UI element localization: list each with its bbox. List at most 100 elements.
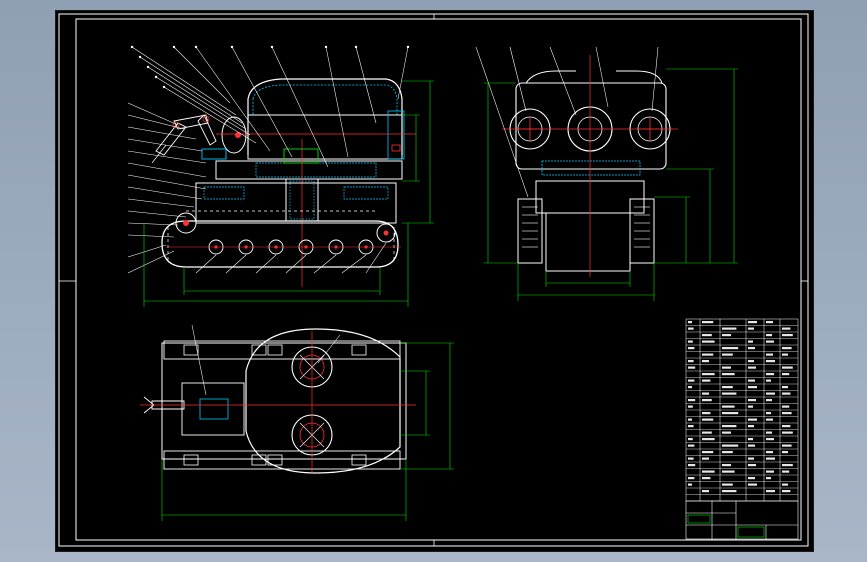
parts-list-cell-mark [688, 483, 692, 486]
parts-list-cell-mark [766, 321, 773, 324]
parts-list-cell-mark [702, 438, 715, 441]
parts-list-cell-mark [748, 438, 753, 441]
parts-list-cell-mark [782, 373, 790, 376]
end-top-bumps [525, 70, 663, 84]
parts-list-cell-mark [702, 490, 709, 493]
housing-dome [247, 78, 403, 155]
parts-list-cell-mark [766, 412, 771, 415]
track-treads [167, 210, 395, 261]
parts-list-cell-mark [722, 386, 733, 389]
housing-hatch [252, 84, 398, 116]
housing-body [247, 114, 403, 160]
parts-list-cell-mark [766, 399, 772, 402]
chassis-hatch-left [203, 186, 245, 200]
drive-sprocket-hub [183, 220, 189, 226]
end-housing [515, 82, 667, 170]
plan-view-dimensions [161, 342, 454, 521]
parts-list-entries [688, 321, 793, 493]
parts-list-cell-mark [782, 483, 788, 486]
parts-list-cell-mark [748, 457, 754, 460]
parts-list-cell-mark [766, 392, 775, 395]
parts-list-cell-mark [688, 366, 696, 369]
parts-list-cell-mark [748, 366, 756, 369]
parts-list-cell-mark [782, 386, 788, 389]
parts-list-cell-mark [782, 334, 793, 337]
parts-list-cell-mark [766, 477, 771, 480]
end-view-dimensions [484, 68, 738, 301]
plan-turret [181, 382, 245, 436]
parts-list-cell-mark [722, 464, 731, 467]
parts-list-cell-mark [688, 464, 696, 467]
parts-list-cell-mark [782, 451, 788, 454]
parts-list-cell-mark [702, 373, 715, 376]
cad-viewport[interactable] [55, 10, 814, 552]
parts-list-cell-mark [766, 360, 775, 363]
parts-list-cell-mark [722, 347, 739, 350]
track-belt [161, 220, 399, 268]
parts-list-cell-mark [702, 451, 714, 454]
end-view [475, 46, 738, 301]
parts-list-cell-mark [782, 405, 790, 408]
parts-list-cell-mark [766, 431, 772, 434]
parts-list-cell-mark [782, 425, 791, 428]
parts-list-cell-mark [722, 444, 739, 447]
parts-list-cell-mark [748, 399, 756, 402]
parts-list-cell-mark [782, 444, 792, 447]
plan-turret-hatch [199, 398, 229, 420]
parts-list-cell-mark [766, 451, 773, 454]
parts-list-cell-mark [702, 334, 712, 337]
parts-list-cell-mark [782, 366, 793, 369]
parts-list-cell-mark [722, 425, 737, 428]
parts-list-cell-mark [702, 470, 715, 473]
parts-list-cell-mark [782, 490, 791, 493]
parts-list-cell-mark [688, 340, 693, 343]
parts-list-cell-mark [722, 392, 737, 395]
parts-list-cell-mark [702, 399, 712, 402]
parts-list-cell-mark [688, 477, 695, 480]
parts-list-cell-mark [688, 347, 695, 350]
parts-list-cell-mark [688, 327, 694, 330]
parts-list-cell-mark [688, 418, 692, 421]
parts-list-cell-mark [766, 490, 775, 493]
parts-list-cell-mark [722, 431, 731, 434]
parts-list-cell-mark [748, 386, 757, 389]
parts-list-cell-mark [702, 340, 715, 343]
parts-list-cell-mark [766, 373, 774, 376]
parts-list-cell-mark [748, 340, 753, 343]
parts-list-cell-mark [722, 470, 735, 473]
parts-list-cell-mark [782, 412, 792, 415]
camera-lens [235, 132, 241, 138]
parts-list-cell-mark [722, 412, 739, 415]
plan-view-leaders [191, 324, 341, 396]
chassis-hatch-right [343, 186, 389, 200]
parts-list-cell-mark [722, 366, 731, 369]
parts-list-cell-mark [702, 360, 709, 363]
title-block [685, 500, 799, 540]
parts-list-cell-mark [766, 353, 773, 356]
side-view-leader-dots [130, 45, 410, 89]
parts-list-cell-mark [688, 379, 695, 382]
parts-list-cell-mark [782, 353, 788, 356]
parts-list-cell-mark [722, 373, 735, 376]
parts-list-cell-mark [722, 451, 733, 454]
parts-list-cell-mark [748, 327, 754, 330]
parts-list-cell-mark [722, 353, 733, 356]
parts-list-cell-mark [722, 334, 731, 337]
parts-list-cell-mark [748, 477, 755, 480]
parts-list-cell-mark [782, 464, 793, 467]
parts-list-cell-mark [688, 438, 693, 441]
parts-list-cell-mark [688, 457, 694, 460]
parts-list-rows [686, 325, 798, 495]
parts-list-cell-mark [722, 405, 735, 408]
plan-view [140, 324, 454, 521]
parts-list-cell-mark [782, 470, 790, 473]
parts-list-cell-mark [766, 334, 772, 337]
parts-list-cell-mark [702, 412, 711, 415]
parts-list-cell-mark [748, 464, 756, 467]
parts-list-cell-mark [766, 418, 773, 421]
parts-list-cell-mark [722, 483, 733, 486]
parts-list-cell-mark [702, 392, 709, 395]
red-marker [391, 144, 401, 152]
end-hatch-band [541, 160, 641, 176]
parts-list-cell-mark [688, 321, 692, 324]
